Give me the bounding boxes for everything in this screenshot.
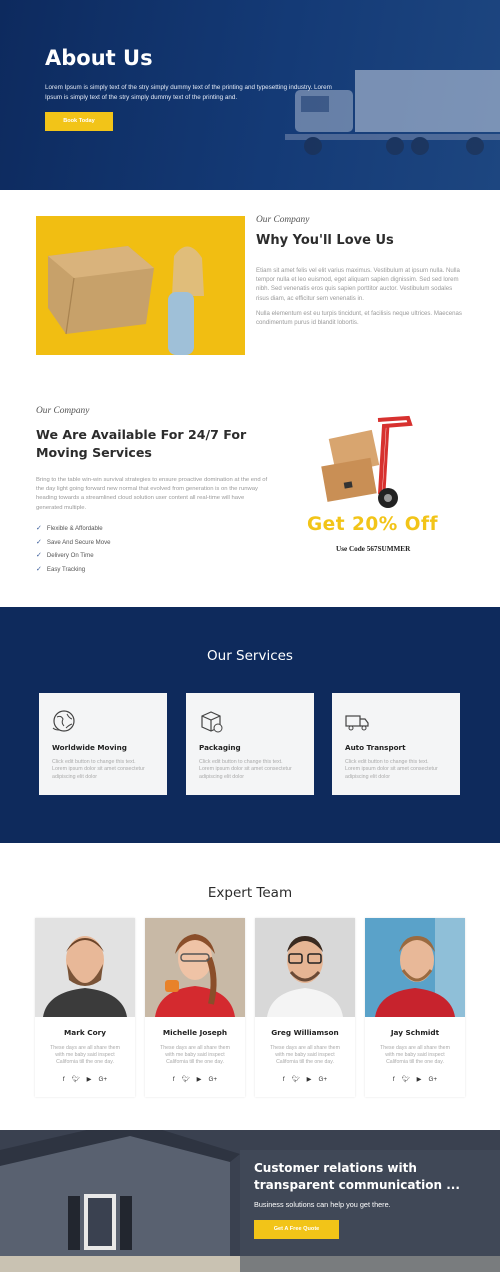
- promo-code: Use Code 567SUMMER: [336, 545, 411, 553]
- service-card[interactable]: Packaging Click edit button to change th…: [186, 693, 314, 795]
- twitter-icon[interactable]: 🐦︎: [182, 1075, 190, 1083]
- available-title: We Are Available For 24/7 For Moving Ser…: [36, 427, 247, 460]
- twitter-icon[interactable]: 🐦︎: [72, 1075, 80, 1083]
- hand-truck-image: [321, 415, 413, 508]
- twitter-icon[interactable]: 🐦︎: [292, 1075, 300, 1083]
- service-text: Click edit button to change this text. L…: [52, 759, 145, 780]
- team-title: Expert Team: [207, 885, 293, 901]
- truck-icon: [345, 715, 369, 731]
- section-title: Why You'll Love Us: [256, 233, 394, 248]
- page-title: About Us: [45, 46, 153, 70]
- cta-title: Customer relations with transparent comm…: [254, 1161, 460, 1192]
- service-card[interactable]: Auto Transport Click edit button to chan…: [332, 693, 460, 795]
- free-quote-button[interactable]: Get A Free Quote: [254, 1220, 339, 1239]
- service-title: Worldwide Moving: [52, 743, 127, 752]
- youtube-icon[interactable]: ▶: [417, 1076, 422, 1083]
- cta-subtitle: Business solutions can help you get ther…: [254, 1200, 391, 1209]
- feature-item: ✓ Flexible & Affordable: [36, 525, 103, 532]
- globe-icon: [52, 710, 75, 732]
- social-links: f 🐦︎ ▶ G+: [145, 1075, 245, 1083]
- available-kicker: Our Company: [36, 406, 90, 416]
- service-title: Packaging: [199, 743, 241, 752]
- social-links: f 🐦︎ ▶ G+: [35, 1075, 135, 1083]
- house-background: [0, 1130, 500, 1272]
- section-kicker: Our Company: [256, 215, 310, 225]
- facebook-icon[interactable]: f: [63, 1076, 65, 1083]
- member-text: These days are all share them with me ba…: [270, 1045, 340, 1066]
- member-text: These days are all share them with me ba…: [380, 1045, 450, 1066]
- check-icon: ✓: [36, 566, 42, 573]
- team-member-photo: [255, 918, 355, 1017]
- member-text: These days are all share them with me ba…: [50, 1045, 120, 1066]
- service-text: Click edit button to change this text. L…: [199, 759, 292, 780]
- check-icon: ✓: [36, 539, 42, 546]
- team-card[interactable]: Greg Williamson These days are all share…: [255, 918, 355, 1097]
- team-member-photo: [35, 918, 135, 1017]
- available-text: Bring to the table win-win survival stra…: [36, 477, 268, 511]
- youtube-icon[interactable]: ▶: [307, 1076, 312, 1083]
- section-text-2: Nulla elementum est eu turpis tincidunt,…: [256, 310, 462, 327]
- google-plus-icon[interactable]: G+: [99, 1076, 108, 1083]
- team-card[interactable]: Michelle Joseph These days are all share…: [145, 918, 245, 1097]
- service-card[interactable]: Worldwide Moving Click edit button to ch…: [39, 693, 167, 795]
- hero-banner: About Us Lorem Ipsum is simply text of t…: [0, 0, 500, 190]
- team-card[interactable]: Mark Cory These days are all share them …: [35, 918, 135, 1097]
- social-links: f 🐦︎ ▶ G+: [365, 1075, 465, 1083]
- facebook-icon[interactable]: f: [393, 1076, 395, 1083]
- youtube-icon[interactable]: ▶: [87, 1076, 92, 1083]
- member-name: Greg Williamson: [271, 1028, 339, 1037]
- check-icon: ✓: [36, 552, 42, 559]
- facebook-icon[interactable]: f: [173, 1076, 175, 1083]
- book-today-button[interactable]: Book Today: [45, 112, 113, 131]
- member-name: Jay Schmidt: [390, 1028, 440, 1037]
- hero-description: Lorem Ipsum is simply text of the stry s…: [45, 84, 332, 101]
- feature-item: ✓ Easy Tracking: [36, 566, 86, 573]
- google-plus-icon[interactable]: G+: [319, 1076, 328, 1083]
- member-text: These days are all share them with me ba…: [160, 1045, 230, 1066]
- discount-text: Get 20% Off: [307, 514, 439, 535]
- service-title: Auto Transport: [345, 743, 406, 752]
- check-icon: ✓: [36, 525, 42, 532]
- feature-item: ✓ Delivery On Time: [36, 552, 94, 559]
- google-plus-icon[interactable]: G+: [429, 1076, 438, 1083]
- member-name: Mark Cory: [64, 1028, 106, 1037]
- feature-item: ✓ Save And Secure Move: [36, 539, 111, 546]
- mover-photo: [36, 216, 245, 355]
- team-member-photo: [145, 918, 245, 1017]
- twitter-icon[interactable]: 🐦︎: [402, 1075, 410, 1083]
- service-text: Click edit button to change this text. L…: [345, 759, 438, 780]
- facebook-icon[interactable]: f: [283, 1076, 285, 1083]
- social-links: f 🐦︎ ▶ G+: [255, 1075, 355, 1083]
- youtube-icon[interactable]: ▶: [197, 1076, 202, 1083]
- box-icon: [201, 711, 223, 733]
- team-card[interactable]: Jay Schmidt These days are all share the…: [365, 918, 465, 1097]
- services-title: Our Services: [207, 648, 293, 664]
- truck-image: [285, 70, 500, 155]
- member-name: Michelle Joseph: [162, 1028, 228, 1037]
- google-plus-icon[interactable]: G+: [209, 1076, 218, 1083]
- section-text: Etiam sit amet felis vel elit varius max…: [256, 267, 460, 302]
- team-member-photo: [365, 918, 465, 1017]
